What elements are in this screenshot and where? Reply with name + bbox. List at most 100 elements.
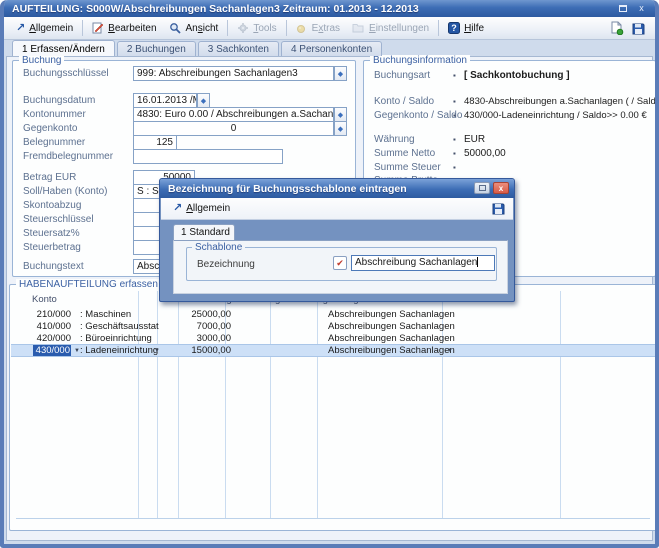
schablone-group: Schablone Bezeichnung ✔ Abschreibung Sac… <box>186 247 497 281</box>
dialog-close-button[interactable]: x <box>493 182 509 194</box>
fremdbelegnummer-field[interactable] <box>133 149 283 164</box>
gegenkonto-spinner-icon[interactable]: ◆ <box>334 121 347 136</box>
bezeichnung-input[interactable]: Abschreibung Sachanlagen <box>351 255 495 271</box>
buchungsart-label: Buchungsart <box>374 70 430 81</box>
arrow-ne-icon: ↗ <box>16 23 25 34</box>
dialog-panel: Schablone Bezeichnung ✔ Abschreibung Sac… <box>173 240 508 294</box>
buchungsschluessel-spinner-icon[interactable]: ◆ <box>334 66 347 81</box>
row-konto: 420/000 <box>33 333 71 344</box>
table-bottom-line <box>16 518 650 519</box>
dialog-restore-button[interactable] <box>474 182 490 194</box>
table-row[interactable]: 210/000 : Maschinen 25000,00 Abschreibun… <box>11 309 655 321</box>
betrag-label: Betrag EUR <box>23 172 76 183</box>
row-netto: 7000,00 <box>161 321 231 332</box>
buchungsdatum-spinner-icon[interactable]: ◆ <box>197 93 210 108</box>
toolbar-separator <box>438 20 439 36</box>
tab-strip: 1 Erfassen/Ändern 2 Buchungen 3 Sachkont… <box>12 41 382 56</box>
magnifier-icon <box>169 22 182 34</box>
buchungsschluessel-label: Buchungsschlüssel <box>23 68 109 79</box>
row-name: : Maschinen <box>80 309 131 320</box>
konto-saldo-label: Konto / Saldo <box>374 96 434 107</box>
fremdbelegnummer-label: Fremdbelegnummer <box>23 151 113 162</box>
waehrung-label: Währung <box>374 134 415 145</box>
table-row[interactable]: 410/000 : Geschäftsausstat 7000,00 Absch… <box>11 321 655 333</box>
save-icon[interactable] <box>492 202 505 215</box>
help-icon: ? <box>448 22 460 34</box>
bezeichnung-label: Bezeichnung <box>197 259 255 270</box>
tab-personenkonten[interactable]: 4 Personenkonten <box>281 41 382 56</box>
bullet-icon: ▪ <box>453 71 456 80</box>
row-text: Abschreibungen Sachanlagen <box>328 321 455 332</box>
gegenkonto-saldo-label: Gegenkonto / Saldo <box>374 110 462 121</box>
dialog-menu-row: ↗ Allgemein <box>161 198 513 220</box>
schablone-group-label: Schablone <box>192 242 245 253</box>
gegenkonto-combo[interactable]: 0 <box>133 121 334 136</box>
bullet-icon: ▪ <box>453 111 456 120</box>
bullet-icon: ▪ <box>453 135 456 144</box>
buchungsinformation-group-label: Buchungsinformation <box>370 55 470 66</box>
dialog-tab-standard[interactable]: 1 Standard <box>173 224 235 240</box>
row-text: Abschreibungen Sachanlagen <box>328 333 455 344</box>
gegenkonto-label: Gegenkonto <box>23 123 78 134</box>
new-document-icon[interactable] <box>610 21 624 35</box>
menu-hilfe[interactable]: ? Hilfe <box>442 20 490 36</box>
title-bar: AUFTEILUNG: S000W/Abschreibungen Sachanl… <box>4 0 655 17</box>
window-title: AUFTEILUNG: S000W/Abschreibungen Sachanl… <box>4 3 419 15</box>
close-window-button[interactable]: x <box>634 2 649 14</box>
menu-extras: Extras <box>290 20 346 36</box>
skontoabzug-label: Skontoabzug <box>23 200 81 211</box>
menu-toolbar: ↗ Allgemein Bearbeiten Ansicht Tools Ext… <box>4 17 655 40</box>
sollhaben-label: Soll/Haben (Konto) <box>23 186 108 197</box>
row-netto: 25000,00 <box>161 309 231 320</box>
kontonummer-spinner-icon[interactable]: ◆ <box>334 107 347 122</box>
toolbar-separator <box>286 20 287 36</box>
row-netto: 15000,00 <box>161 345 231 356</box>
bullet-icon: ▪ <box>453 149 456 158</box>
text-caret <box>477 257 478 267</box>
restore-window-button[interactable] <box>615 2 630 14</box>
summe-netto-value: 50000,00 <box>464 148 506 159</box>
name-dropdown-icon[interactable]: ▼ <box>154 348 160 354</box>
edit-page-icon <box>92 22 104 34</box>
menu-tools: Tools <box>231 20 282 36</box>
row-konto: 210/000 <box>33 309 71 320</box>
svg-text:?: ? <box>451 23 457 33</box>
row-konto-selected[interactable]: 430/000 <box>33 345 71 356</box>
text-dropdown-icon[interactable]: ▼ <box>447 348 453 354</box>
menu-ansicht[interactable]: Ansicht <box>163 20 225 36</box>
steuersatz-label: Steuersatz% <box>23 228 80 239</box>
row-name: : Geschäftsausstat <box>80 321 159 332</box>
buchungsart-value: [ Sachkontobuchung ] <box>464 70 570 81</box>
bullet-icon: ▪ <box>453 97 456 106</box>
menu-allgemein[interactable]: ↗ Allgemein <box>10 21 79 36</box>
column-header-konto[interactable]: Konto <box>32 294 57 305</box>
kontonummer-combo[interactable]: 4830: Euro 0.00 / Abschreibungen a.Sacha… <box>133 107 334 122</box>
buchungsdatum-field[interactable]: 16.01.2013 /Mi <box>133 93 197 108</box>
habenaufteilung-group-label: HABENAUFTEILUNG erfassen <box>16 279 161 290</box>
restore-icon <box>479 185 486 191</box>
confirm-check-icon[interactable]: ✔ <box>333 256 347 270</box>
konto-saldo-value: 4830-Abschreibungen a.Sachanlagen ( / Sa… <box>464 96 659 107</box>
extras-icon <box>296 22 308 34</box>
menu-bearbeiten[interactable]: Bearbeiten <box>86 20 162 36</box>
tab-erfassen-aendern[interactable]: 1 Erfassen/Ändern <box>12 40 115 56</box>
steuerschluessel-label: Steuerschlüssel <box>23 214 94 225</box>
settings-folder-icon <box>352 22 365 34</box>
buchungstext-label: Buchungstext <box>23 261 84 272</box>
restore-icon <box>619 5 627 12</box>
tab-sachkonten[interactable]: 3 Sachkonten <box>198 41 279 56</box>
save-icon[interactable] <box>632 22 645 35</box>
row-text: Abschreibungen Sachanlagen <box>328 309 455 320</box>
table-row-selected[interactable]: 430/000 ▼ : Ladeneinrichtung ▼ 15000,00 … <box>11 344 655 357</box>
kontonummer-label: Kontonummer <box>23 109 86 120</box>
tab-buchungen[interactable]: 2 Buchungen <box>117 41 196 56</box>
dialog-menu-allgemein[interactable]: ↗ Allgemein <box>169 201 234 216</box>
buchungsschluessel-combo[interactable]: 999: Abschreibungen Sachanlagen3 <box>133 66 334 81</box>
belegnummer-field[interactable]: 125 <box>133 135 177 150</box>
toolbar-separator <box>227 20 228 36</box>
row-konto: 410/000 <box>33 321 71 332</box>
toolbar-separator <box>82 20 83 36</box>
row-text: Abschreibungen Sachanlagen <box>328 345 455 356</box>
dialog-title-bar: Bezeichnung für Buchungsschablone eintra… <box>160 179 514 198</box>
menu-einstellungen: Einstellungen <box>346 20 435 36</box>
